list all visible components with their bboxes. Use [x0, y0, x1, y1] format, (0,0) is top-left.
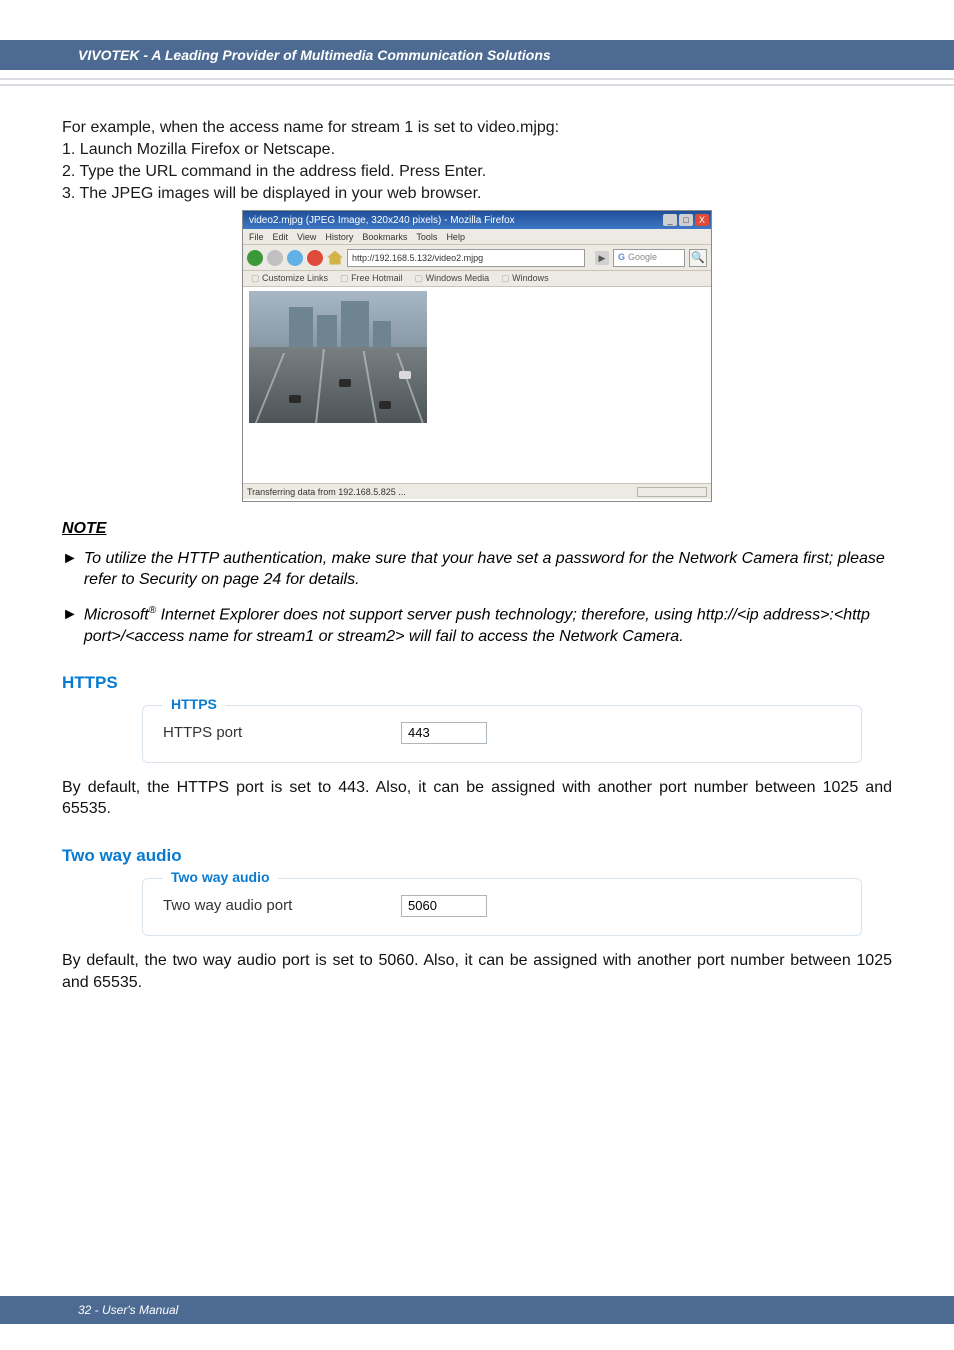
menu-bookmarks[interactable]: Bookmarks — [362, 232, 407, 242]
menu-edit[interactable]: Edit — [273, 232, 289, 242]
firefox-screenshot: video2.mjpg (JPEG Image, 320x240 pixels)… — [242, 210, 712, 502]
note-item-2-text: Microsoft® Internet Explorer does not su… — [84, 604, 892, 647]
https-port-label: HTTPS port — [163, 724, 383, 741]
https-legend: HTTPS — [163, 696, 225, 712]
close-icon[interactable]: X — [695, 214, 709, 226]
reload-icon[interactable] — [287, 250, 303, 266]
intro-line-0: For example, when the access name for st… — [62, 118, 892, 138]
note-item-1: ► To utilize the HTTP authentication, ma… — [62, 548, 892, 590]
firefox-statusbar: Transferring data from 192.168.5.825 ... — [243, 483, 711, 499]
audio-heading: Two way audio — [62, 846, 892, 866]
minimize-icon[interactable]: _ — [663, 214, 677, 226]
search-icon[interactable]: 🔍 — [689, 249, 707, 267]
stop-icon[interactable] — [307, 250, 323, 266]
search-input[interactable]: Google — [613, 249, 685, 267]
bookmark-windows[interactable]: Windows — [501, 273, 549, 284]
menu-view[interactable]: View — [297, 232, 316, 242]
arrow-icon: ► — [62, 604, 78, 647]
firefox-bookmarkbar: Customize Links Free Hotmail Windows Med… — [243, 271, 711, 287]
rule-1 — [0, 78, 954, 80]
audio-legend: Two way audio — [163, 869, 278, 885]
firefox-titlebar: video2.mjpg (JPEG Image, 320x240 pixels)… — [243, 211, 711, 229]
audio-panel: Two way audio Two way audio port — [142, 878, 862, 936]
bookmark-free-hotmail[interactable]: Free Hotmail — [340, 273, 403, 284]
status-progress — [637, 487, 707, 497]
firefox-window: video2.mjpg (JPEG Image, 320x240 pixels)… — [242, 210, 712, 502]
firefox-body — [243, 287, 711, 483]
audio-body: By default, the two way audio port is se… — [62, 950, 892, 993]
intro-line-1: 1. Launch Mozilla Firefox or Netscape. — [62, 140, 892, 160]
intro-line-2: 2. Type the URL command in the address f… — [62, 162, 892, 182]
header-brand: VIVOTEK - A Leading Provider of Multimed… — [78, 47, 551, 63]
footer-bar: 32 - User's Manual — [0, 1296, 954, 1324]
note-heading: NOTE — [62, 520, 892, 538]
bookmark-customize-links[interactable]: Customize Links — [251, 273, 328, 284]
audio-port-input[interactable] — [401, 895, 487, 917]
home-icon[interactable] — [327, 251, 343, 265]
menu-help[interactable]: Help — [446, 232, 465, 242]
note-item-2: ► Microsoft® Internet Explorer does not … — [62, 604, 892, 647]
status-text: Transferring data from 192.168.5.825 ... — [247, 487, 406, 497]
back-icon[interactable] — [247, 250, 263, 266]
https-heading: HTTPS — [62, 673, 892, 693]
menu-tools[interactable]: Tools — [416, 232, 437, 242]
video-frame — [249, 291, 427, 423]
bookmark-windows-media[interactable]: Windows Media — [415, 273, 490, 284]
https-panel: HTTPS HTTPS port — [142, 705, 862, 763]
firefox-toolbar: ▶ Google 🔍 — [243, 245, 711, 271]
intro-line-3: 3. The JPEG images will be displayed in … — [62, 184, 892, 204]
header-bar: VIVOTEK - A Leading Provider of Multimed… — [0, 40, 954, 70]
maximize-icon[interactable]: □ — [679, 214, 693, 226]
firefox-title-text: video2.mjpg (JPEG Image, 320x240 pixels)… — [249, 215, 515, 226]
rule-2 — [0, 84, 954, 86]
note-item-1-text: To utilize the HTTP authentication, make… — [84, 548, 892, 590]
firefox-menubar: File Edit View History Bookmarks Tools H… — [243, 229, 711, 245]
menu-history[interactable]: History — [325, 232, 353, 242]
https-port-input[interactable] — [401, 722, 487, 744]
footer-text: 32 - User's Manual — [78, 1303, 178, 1317]
forward-icon[interactable] — [267, 250, 283, 266]
menu-file[interactable]: File — [249, 232, 264, 242]
go-icon[interactable]: ▶ — [595, 251, 609, 265]
arrow-icon: ► — [62, 548, 78, 590]
audio-port-label: Two way audio port — [163, 897, 383, 914]
address-input[interactable] — [347, 249, 585, 267]
https-body: By default, the HTTPS port is set to 443… — [62, 777, 892, 820]
